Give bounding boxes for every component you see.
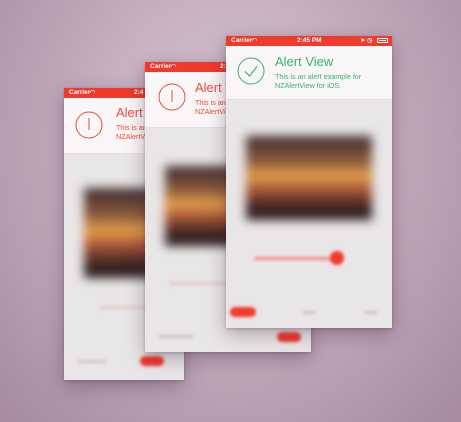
wifi-icon: ◠ — [252, 38, 258, 44]
status-bar: Carrier ◠ 2:45 PM ➤ ◷ — [226, 36, 392, 46]
exclamation-circle-icon — [157, 82, 187, 117]
battery-icon — [377, 37, 388, 43]
status-time: 2:4 — [134, 89, 144, 96]
carrier-label: Carrier — [150, 63, 172, 70]
blurred-label — [78, 360, 106, 363]
blurred-photo — [246, 136, 372, 220]
blurred-label — [159, 335, 193, 338]
blurred-label — [169, 282, 229, 285]
carrier-label: Carrier — [231, 37, 253, 44]
location-icon: ➤ — [360, 38, 366, 44]
blurred-label — [364, 311, 378, 314]
blurred-button — [140, 356, 164, 366]
blurred-slider-knob — [330, 251, 344, 265]
carrier-label: Carrier — [69, 89, 91, 96]
blurred-slider-track — [254, 257, 340, 260]
blurred-button — [277, 332, 301, 342]
blurred-button — [230, 307, 256, 317]
exclamation-circle-icon — [74, 110, 104, 145]
phone-screen-front: Carrier ◠ 2:45 PM ➤ ◷ Alert View This is… — [226, 36, 392, 328]
wifi-icon: ◠ — [90, 90, 96, 96]
wifi-icon: ◠ — [171, 64, 177, 70]
alarm-icon: ◷ — [367, 38, 373, 44]
check-circle-icon — [236, 56, 266, 91]
status-time: 2:45 PM — [297, 37, 322, 44]
alert-banner-success[interactable]: Alert View This is an alert example for … — [226, 46, 392, 100]
alert-message-line2: NZAlertView for iOS. — [275, 81, 342, 90]
blurred-label — [302, 311, 316, 314]
status-icons: ➤ ◷ — [360, 36, 388, 46]
alert-title: Alert View — [275, 54, 334, 69]
